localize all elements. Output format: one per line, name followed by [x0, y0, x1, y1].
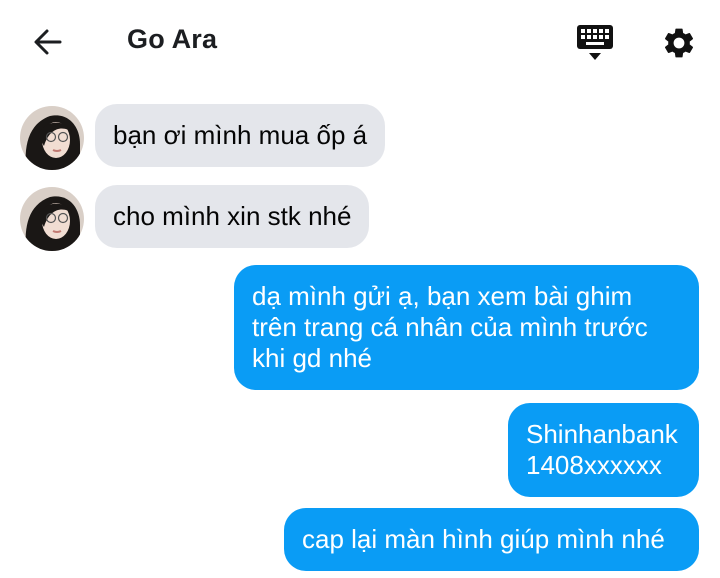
message-bubble-outgoing[interactable]: dạ mình gửi ạ, bạn xem bài ghim trên tra… — [234, 265, 699, 390]
message-text: khi gd nhé — [252, 343, 372, 373]
message-text: dạ mình gửi ạ, bạn xem bài ghim — [252, 281, 633, 311]
chat-header: Go Ara — [0, 0, 720, 84]
message-text: Shinhanbank — [526, 419, 678, 449]
message-bubble-outgoing[interactable]: Shinhanbank 1408xxxxxx — [508, 403, 699, 497]
keyboard-button[interactable] — [572, 22, 618, 64]
contact-avatar[interactable] — [20, 106, 84, 170]
avatar-photo-icon — [20, 187, 84, 251]
gear-icon — [664, 28, 694, 58]
message-text: trên trang cá nhân của mình trước — [252, 312, 648, 342]
arrow-left-icon — [34, 29, 62, 55]
settings-button[interactable] — [656, 20, 702, 66]
message-text: 1408xxxxxx — [526, 450, 662, 480]
back-button[interactable] — [28, 22, 68, 62]
message-text: bạn ơi mình mua ốp á — [113, 120, 368, 150]
avatar-photo-icon — [20, 106, 84, 170]
message-bubble-incoming[interactable]: cho mình xin stk nhé — [95, 185, 370, 248]
keyboard-icon — [577, 25, 613, 60]
message-bubble-incoming[interactable]: bạn ơi mình mua ốp á — [95, 104, 386, 167]
message-bubble-outgoing[interactable]: cap lại màn hình giúp mình nhé — [284, 508, 699, 571]
conversation-title: Go Ara — [127, 24, 218, 54]
message-text: cap lại màn hình giúp mình nhé — [302, 524, 665, 554]
contact-avatar[interactable] — [20, 187, 84, 251]
message-text: cho mình xin stk nhé — [113, 201, 352, 231]
